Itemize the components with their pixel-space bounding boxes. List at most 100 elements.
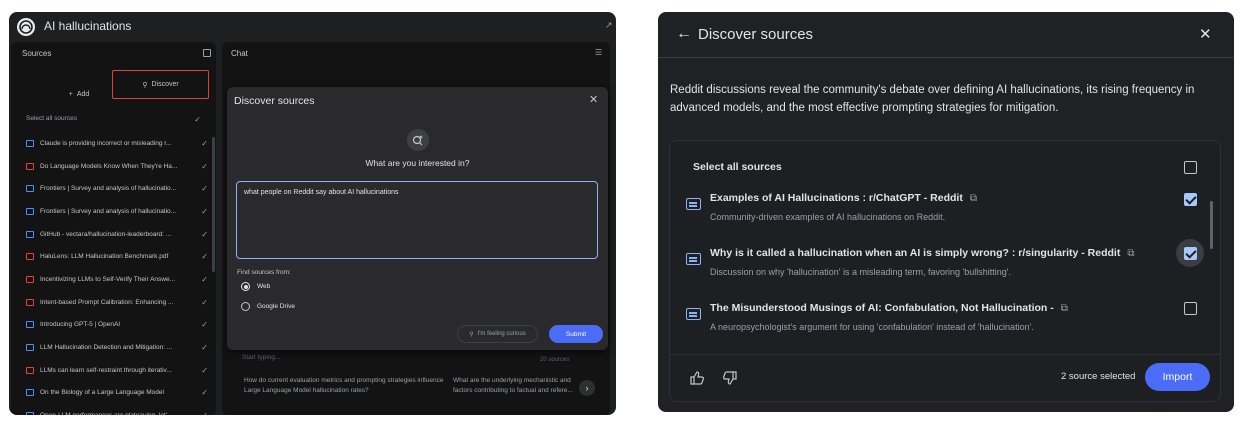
source-list-item[interactable]: Frontiers | Survey and analysis of hallu… xyxy=(26,200,208,223)
source-list-item[interactable]: LLMs can learn self-restraint through it… xyxy=(26,359,208,382)
source-list-item[interactable]: LLM Hallucination Detection and Mitigati… xyxy=(26,336,208,359)
source-item-label: Intent-based Prompt Calibration: Enhanci… xyxy=(40,298,174,306)
select-all-sources-row[interactable]: Select all sources ✓ xyxy=(26,115,201,127)
result-item-title[interactable]: Why is it called a hallucination when an… xyxy=(710,247,1134,259)
sources-scrollbar[interactable] xyxy=(212,137,215,272)
select-all-label: Select all sources xyxy=(26,115,77,122)
sources-panel: Sources + Add ⚲ Discover Select all sour… xyxy=(11,42,216,415)
web-source-icon xyxy=(686,198,701,210)
source-option-label: Google Drive xyxy=(257,303,295,310)
source-item-label: Frontiers | Survey and analysis of hallu… xyxy=(40,207,177,215)
select-all-checkbox[interactable]: ✓ xyxy=(194,115,201,124)
source-checkbox[interactable]: ✓ xyxy=(196,411,208,415)
sources-panel-title: Sources xyxy=(22,49,52,58)
source-list-item[interactable]: HaluLens: LLM Hallucination Benchmark.pd… xyxy=(26,245,208,268)
interest-textarea[interactable]: what people on Reddit say about AI hallu… xyxy=(236,181,598,259)
source-list-item[interactable]: Do Language Models Know When They're Ha.… xyxy=(26,155,208,178)
source-checkbox[interactable]: ✓ xyxy=(196,298,208,307)
pdf-icon xyxy=(26,162,34,170)
suggested-question[interactable]: What are the underlying mechanistic and … xyxy=(453,376,573,396)
results-footer: 2 source selected Import xyxy=(669,354,1221,402)
discover-sources-button[interactable]: ⚲ Discover xyxy=(112,70,209,99)
submit-button[interactable]: Submit xyxy=(549,325,603,343)
interest-question: What are you interested in? xyxy=(365,158,470,168)
chat-input[interactable]: Start typing... xyxy=(242,354,587,369)
source-checkbox[interactable]: ✓ xyxy=(196,252,208,261)
radio-selected-icon[interactable] xyxy=(241,282,250,291)
notebook-window: AI hallucinations ↗ Sources + Add ⚲ Disc… xyxy=(9,12,616,415)
source-item-label: Claude is providing incorrect or mislead… xyxy=(40,139,172,147)
result-checkbox[interactable] xyxy=(1184,193,1197,206)
web-source-icon xyxy=(686,253,701,265)
close-icon[interactable]: ✕ xyxy=(589,93,598,106)
result-title-text: Why is it called a hallucination when an… xyxy=(710,247,1121,259)
add-source-label: Add xyxy=(76,90,90,98)
source-list-item[interactable]: Open-LLM performances are plateauing, le… xyxy=(26,404,208,415)
title-bar: AI hallucinations ↗ xyxy=(9,12,616,42)
source-checkbox[interactable]: ✓ xyxy=(196,230,208,239)
collapse-panel-icon[interactable] xyxy=(203,49,211,57)
close-icon[interactable]: ✕ xyxy=(1199,25,1212,43)
pdf-icon xyxy=(26,253,34,261)
discover-search-icon xyxy=(407,129,429,151)
result-item-title[interactable]: Examples of AI Hallucinations : r/ChatGP… xyxy=(710,192,977,204)
chat-settings-icon[interactable]: ☰ xyxy=(595,48,602,57)
source-list-item[interactable]: Intent-based Prompt Calibration: Enhanci… xyxy=(26,291,208,314)
modal-title: Discover sources xyxy=(234,95,315,107)
analytics-icon[interactable]: ↗ xyxy=(605,20,613,31)
radio-unselected-icon[interactable] xyxy=(241,302,250,311)
discover-label: Discover xyxy=(151,81,179,88)
external-link-icon[interactable]: ⧉ xyxy=(1127,248,1134,259)
thumbs-down-icon[interactable] xyxy=(722,370,738,386)
feeling-curious-button[interactable]: ⚲ I'm feeling curious xyxy=(457,325,538,343)
source-item-label: LLM Hallucination Detection and Mitigati… xyxy=(40,344,173,352)
result-checkbox[interactable] xyxy=(1184,302,1197,315)
external-link-icon[interactable]: ⧉ xyxy=(970,193,977,204)
source-list-item[interactable]: On the Biology of a Large Language Model… xyxy=(26,382,208,405)
results-summary: Reddit discussions reveal the community'… xyxy=(670,84,1195,114)
source-checkbox[interactable]: ✓ xyxy=(196,184,208,193)
source-checkbox[interactable]: ✓ xyxy=(196,388,208,397)
source-list-item[interactable]: Claude is providing incorrect or mislead… xyxy=(26,132,208,155)
source-list-item[interactable]: Frontiers | Survey and analysis of hallu… xyxy=(26,177,208,200)
source-list-item[interactable]: GitHub - vectara/hallucination-leaderboa… xyxy=(26,223,208,246)
source-checkbox[interactable]: ✓ xyxy=(196,366,208,375)
add-source-button[interactable]: + Add xyxy=(39,82,119,106)
source-item-label: Introducing GPT-5 | OpenAI xyxy=(40,321,121,329)
suggested-question[interactable]: How do current evaluation metrics and pr… xyxy=(244,376,444,396)
source-checkbox[interactable]: ✓ xyxy=(196,320,208,329)
pdf-icon xyxy=(26,298,34,306)
result-checkbox[interactable] xyxy=(1184,247,1197,260)
source-list-item[interactable]: Introducing GPT-5 | OpenAI ✓ xyxy=(26,314,208,337)
selected-count: 2 source selected xyxy=(1061,371,1136,382)
thumbs-up-icon[interactable] xyxy=(689,370,705,386)
notebook-title[interactable]: AI hallucinations xyxy=(44,19,131,33)
source-option-web[interactable]: Web xyxy=(241,282,270,291)
back-arrow-icon[interactable]: ← xyxy=(676,25,692,43)
source-item-label: Open-LLM performances are plateauing, le… xyxy=(40,412,196,415)
doc-icon xyxy=(26,139,34,147)
source-checkbox[interactable]: ✓ xyxy=(196,162,208,171)
web-icon xyxy=(26,207,34,215)
source-list-item[interactable]: Incentivizing LLMs to Self-Verify Their … xyxy=(26,268,208,291)
source-item-label: Frontiers | Survey and analysis of hallu… xyxy=(40,185,177,193)
discover-results-window: ← Discover sources ✕ Reddit discussions … xyxy=(658,12,1234,412)
import-button[interactable]: Import xyxy=(1145,363,1210,391)
results-scrollbar[interactable] xyxy=(1210,201,1213,249)
pdf-icon xyxy=(26,366,34,374)
web-icon xyxy=(26,185,34,193)
select-all-checkbox[interactable] xyxy=(1184,161,1197,174)
result-title-text: The Misunderstood Musings of AI: Confabu… xyxy=(710,302,1054,314)
source-checkbox[interactable]: ✓ xyxy=(196,275,208,284)
source-item-label: Incentivizing LLMs to Self-Verify Their … xyxy=(40,275,175,283)
source-checkbox[interactable]: ✓ xyxy=(196,139,208,148)
chevron-right-icon[interactable]: › xyxy=(579,380,595,396)
external-link-icon[interactable]: ⧉ xyxy=(1061,303,1068,314)
select-all-label: Select all sources xyxy=(693,161,782,173)
source-checkbox[interactable]: ✓ xyxy=(196,207,208,216)
source-option-google-drive[interactable]: Google Drive xyxy=(241,302,295,311)
source-checkbox[interactable]: ✓ xyxy=(196,343,208,352)
app-logo-icon[interactable] xyxy=(17,18,35,36)
result-item-title[interactable]: The Misunderstood Musings of AI: Confabu… xyxy=(710,302,1068,314)
web-icon xyxy=(26,321,34,329)
